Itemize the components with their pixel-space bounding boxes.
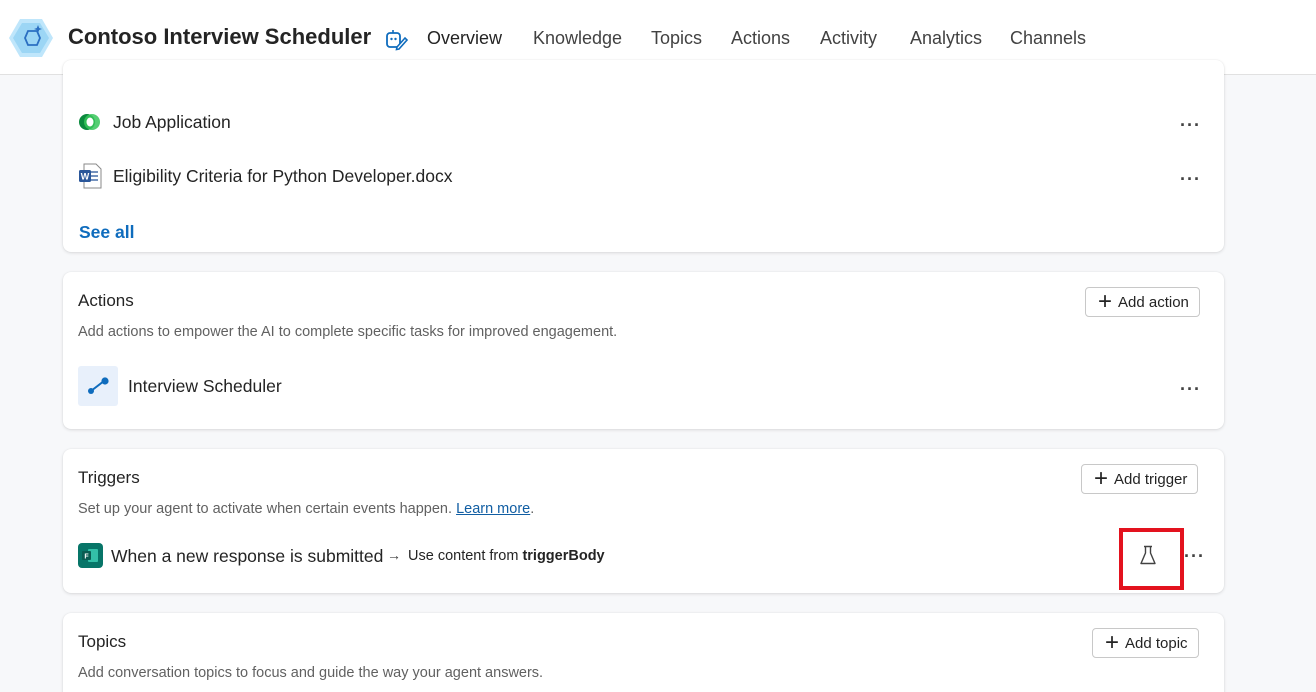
- learn-more-link[interactable]: Learn more: [456, 501, 530, 517]
- tab-actions[interactable]: Actions: [731, 28, 790, 49]
- edit-agent-icon[interactable]: [384, 27, 408, 51]
- add-topic-button[interactable]: + Add topic: [1092, 628, 1199, 658]
- action-item-label[interactable]: Interview Scheduler: [128, 376, 282, 397]
- highlight-box: [1119, 528, 1184, 590]
- tab-topics[interactable]: Topics: [651, 28, 702, 49]
- topics-title: Topics: [78, 632, 127, 651]
- see-all-link[interactable]: See all: [79, 222, 134, 243]
- triggers-title: Triggers: [78, 468, 140, 487]
- triggers-card: Triggers + Add trigger Set up your agent…: [63, 449, 1224, 593]
- topics-card: Topics + Add topic Add conversation topi…: [63, 613, 1224, 692]
- tab-analytics[interactable]: Analytics: [910, 28, 982, 49]
- trigger-body-value: triggerBody: [522, 548, 605, 564]
- knowledge-card: Job Application ··· W Eligibility Criter…: [63, 60, 1224, 252]
- use-content-prefix: Use content from: [408, 548, 519, 564]
- add-action-button[interactable]: + Add action: [1085, 287, 1200, 317]
- tab-activity[interactable]: Activity: [820, 28, 877, 49]
- add-action-label: Add action: [1118, 293, 1189, 311]
- agent-title: Contoso Interview Scheduler: [68, 24, 372, 49]
- svg-text:F: F: [84, 554, 89, 561]
- topics-description: Add conversation topics to focus and gui…: [78, 665, 544, 681]
- tab-channels[interactable]: Channels: [1010, 28, 1086, 49]
- plus-icon: +: [1094, 465, 1109, 492]
- flow-icon: [78, 366, 118, 406]
- tab-knowledge[interactable]: Knowledge: [533, 28, 622, 49]
- period: .: [530, 501, 535, 517]
- agent-logo-icon: [9, 19, 53, 57]
- arrow-right-icon: →: [387, 547, 401, 563]
- tab-overview[interactable]: Overview: [427, 28, 502, 49]
- knowledge-item-label[interactable]: Eligibility Criteria for Python Develope…: [113, 166, 452, 187]
- plus-icon: +: [1105, 629, 1120, 656]
- knowledge-item-label[interactable]: Job Application: [113, 112, 231, 133]
- add-trigger-label: Add trigger: [1114, 470, 1188, 488]
- trigger-content-source: Use content from triggerBody: [408, 548, 605, 564]
- trigger-item-label[interactable]: When a new response is submitted: [111, 546, 383, 567]
- dataverse-icon: [79, 114, 100, 130]
- more-options-icon[interactable]: ···: [1180, 170, 1201, 188]
- forms-icon: F: [78, 543, 103, 568]
- actions-title: Actions: [78, 291, 134, 310]
- svg-text:W: W: [81, 172, 90, 182]
- actions-description: Add actions to empower the AI to complet…: [78, 324, 618, 340]
- more-options-icon[interactable]: ···: [1184, 547, 1205, 565]
- plus-icon: +: [1098, 288, 1113, 315]
- more-options-icon[interactable]: ···: [1180, 116, 1201, 134]
- more-options-icon[interactable]: ···: [1180, 380, 1201, 398]
- add-trigger-button[interactable]: + Add trigger: [1081, 464, 1199, 494]
- triggers-description-text: Set up your agent to activate when certa…: [78, 501, 453, 517]
- triggers-description: Set up your agent to activate when certa…: [78, 501, 534, 517]
- word-doc-icon: W: [79, 163, 102, 189]
- actions-card: Actions + Add action Add actions to empo…: [63, 272, 1224, 429]
- add-topic-label: Add topic: [1125, 634, 1188, 652]
